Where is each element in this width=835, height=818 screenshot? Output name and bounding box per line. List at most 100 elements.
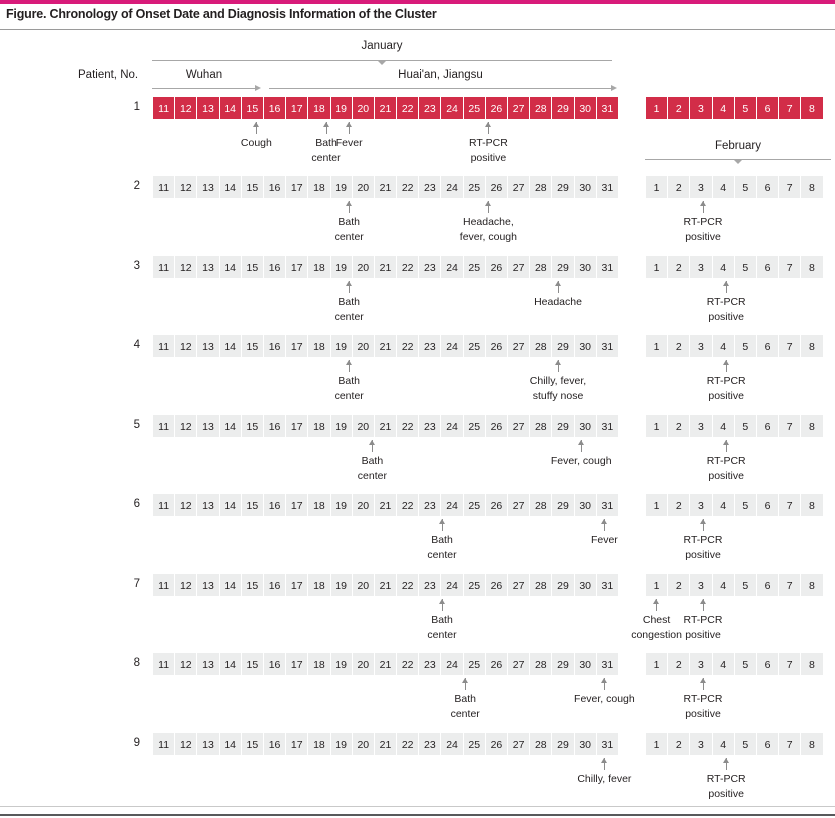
day-cell[interactable]: 21 [373,96,398,120]
day-cell[interactable]: 11 [152,255,176,279]
day-cell[interactable]: 31 [595,652,619,676]
day-cell[interactable]: 5 [733,493,757,517]
day-cell[interactable]: 1 [645,732,669,756]
day-cell[interactable]: 27 [507,96,531,120]
day-cell[interactable]: 4 [711,652,735,676]
day-cell[interactable]: 13 [196,493,220,517]
day-cell[interactable]: 20 [351,493,375,517]
day-cell[interactable]: 13 [196,255,220,279]
day-cell[interactable]: 18 [307,255,331,279]
day-cell[interactable]: 21 [373,573,398,597]
day-cell[interactable]: 2 [667,652,691,676]
day-cell[interactable]: 23 [418,493,442,517]
day-cell[interactable]: 4 [711,414,735,438]
day-cell[interactable]: 20 [351,255,375,279]
day-cell[interactable]: 29 [551,175,575,199]
day-cell[interactable]: 22 [396,414,420,438]
day-cell[interactable]: 25 [462,255,486,279]
day-cell[interactable]: 11 [152,493,176,517]
day-cell[interactable]: 22 [396,493,420,517]
day-cell[interactable]: 11 [152,732,176,756]
day-cell[interactable]: 2 [667,96,691,120]
day-cell[interactable]: 23 [418,175,442,199]
day-cell[interactable]: 16 [262,96,287,120]
day-cell[interactable]: 23 [418,96,442,120]
day-cell[interactable]: 6 [755,175,780,199]
day-cell[interactable]: 15 [240,732,264,756]
day-cell[interactable]: 20 [351,96,375,120]
day-cell[interactable]: 6 [755,732,780,756]
day-cell[interactable]: 30 [573,414,597,438]
day-cell[interactable]: 17 [285,732,309,756]
day-cell[interactable]: 24 [440,175,464,199]
day-cell[interactable]: 14 [218,255,242,279]
day-cell[interactable]: 28 [529,334,553,358]
day-cell[interactable]: 11 [152,96,176,120]
day-cell[interactable]: 14 [218,732,242,756]
day-cell[interactable]: 13 [196,732,220,756]
day-cell[interactable]: 8 [800,255,824,279]
day-cell[interactable]: 11 [152,573,176,597]
day-cell[interactable]: 22 [396,334,420,358]
day-cell[interactable]: 2 [667,732,691,756]
day-cell[interactable]: 15 [240,175,264,199]
day-cell[interactable]: 30 [573,255,597,279]
day-cell[interactable]: 12 [174,255,198,279]
day-cell[interactable]: 18 [307,414,331,438]
day-cell[interactable]: 25 [462,175,486,199]
day-cell[interactable]: 7 [778,732,802,756]
day-cell[interactable]: 28 [529,732,553,756]
day-cell[interactable]: 24 [440,732,464,756]
day-cell[interactable]: 24 [440,573,464,597]
day-cell[interactable]: 28 [529,175,553,199]
day-cell[interactable]: 28 [529,652,553,676]
day-cell[interactable]: 17 [285,334,309,358]
day-cell[interactable]: 21 [373,255,398,279]
day-cell[interactable]: 6 [755,96,780,120]
day-cell[interactable]: 14 [218,334,242,358]
day-cell[interactable]: 25 [462,334,486,358]
day-cell[interactable]: 12 [174,493,198,517]
day-cell[interactable]: 8 [800,732,824,756]
day-cell[interactable]: 14 [218,493,242,517]
day-cell[interactable]: 20 [351,414,375,438]
day-cell[interactable]: 12 [174,414,198,438]
day-cell[interactable]: 2 [667,493,691,517]
day-cell[interactable]: 3 [689,652,713,676]
day-cell[interactable]: 22 [396,573,420,597]
day-cell[interactable]: 25 [462,414,486,438]
day-cell[interactable]: 21 [373,414,398,438]
day-cell[interactable]: 28 [529,493,553,517]
day-cell[interactable]: 11 [152,414,176,438]
day-cell[interactable]: 27 [507,334,531,358]
day-cell[interactable]: 20 [351,732,375,756]
day-cell[interactable]: 4 [711,573,735,597]
day-cell[interactable]: 15 [240,255,264,279]
day-cell[interactable]: 5 [733,175,757,199]
day-cell[interactable]: 26 [484,414,508,438]
day-cell[interactable]: 16 [262,732,287,756]
day-cell[interactable]: 11 [152,175,176,199]
day-cell[interactable]: 19 [329,255,353,279]
day-cell[interactable]: 26 [484,255,508,279]
day-cell[interactable]: 23 [418,732,442,756]
day-cell[interactable]: 31 [595,732,619,756]
day-cell[interactable]: 7 [778,175,802,199]
day-cell[interactable]: 6 [755,652,780,676]
day-cell[interactable]: 22 [396,732,420,756]
day-cell[interactable]: 4 [711,334,735,358]
day-cell[interactable]: 12 [174,652,198,676]
day-cell[interactable]: 3 [689,493,713,517]
day-cell[interactable]: 8 [800,414,824,438]
day-cell[interactable]: 20 [351,652,375,676]
day-cell[interactable]: 4 [711,96,735,120]
day-cell[interactable]: 16 [262,334,287,358]
day-cell[interactable]: 11 [152,334,176,358]
day-cell[interactable]: 3 [689,573,713,597]
day-cell[interactable]: 16 [262,414,287,438]
day-cell[interactable]: 2 [667,573,691,597]
day-cell[interactable]: 30 [573,573,597,597]
day-cell[interactable]: 7 [778,493,802,517]
day-cell[interactable]: 3 [689,255,713,279]
day-cell[interactable]: 8 [800,493,824,517]
